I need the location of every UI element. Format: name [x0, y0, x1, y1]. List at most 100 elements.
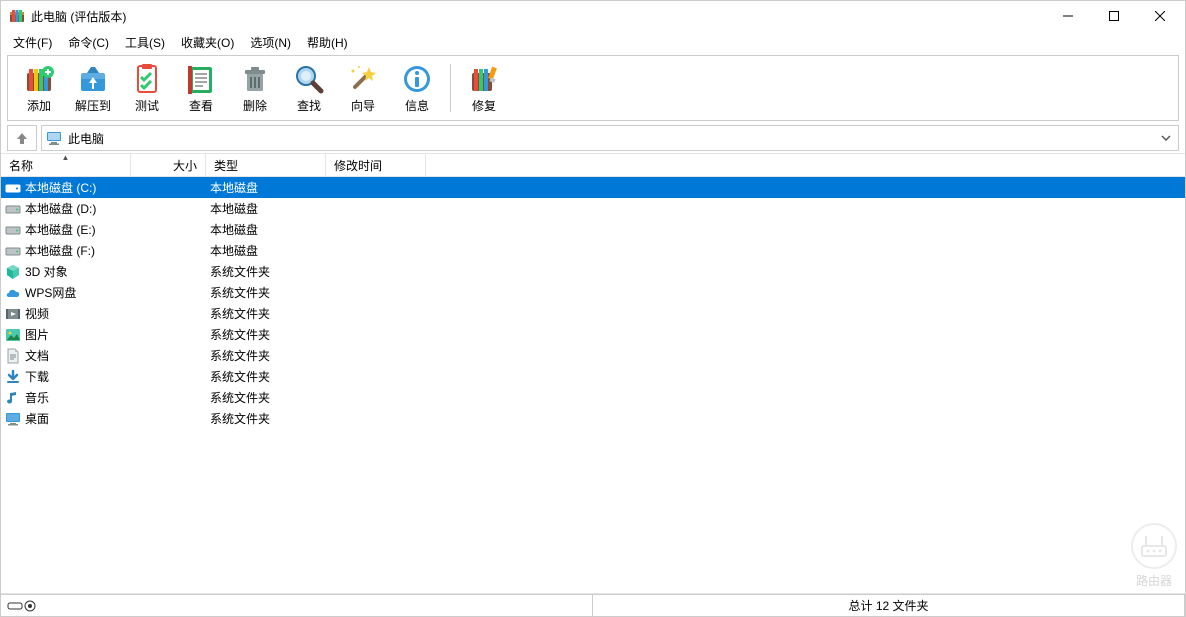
menu-file[interactable]: 文件(F)	[5, 32, 60, 53]
music-icon	[5, 390, 21, 406]
delete-icon	[239, 63, 271, 95]
doc-icon	[5, 348, 21, 364]
address-dropdown-icon[interactable]	[1158, 133, 1174, 143]
find-button[interactable]: 查找	[282, 58, 336, 118]
add-button[interactable]: 添加	[12, 58, 66, 118]
minimize-button[interactable]	[1045, 1, 1091, 31]
sort-indicator-icon: ▲	[62, 153, 70, 162]
add-icon	[23, 63, 55, 95]
row-type: 系统文件夹	[206, 305, 326, 322]
row-type: 本地磁盘	[206, 179, 326, 196]
status-left	[1, 595, 593, 616]
window-title: 此电脑 (评估版本)	[31, 8, 126, 25]
row-type: 系统文件夹	[206, 263, 326, 280]
cloud-icon	[5, 285, 21, 301]
desktop-icon	[5, 411, 21, 427]
col-type[interactable]: 类型	[206, 154, 326, 176]
menu-commands[interactable]: 命令(C)	[60, 32, 117, 53]
test-button[interactable]: 测试	[120, 58, 174, 118]
row-type: 本地磁盘	[206, 242, 326, 259]
drive-icon	[5, 243, 21, 259]
menu-help[interactable]: 帮助(H)	[299, 32, 356, 53]
computer-icon	[46, 130, 62, 146]
drive-icon	[5, 201, 21, 217]
wizard-icon	[347, 63, 379, 95]
row-name: 本地磁盘 (D:)	[25, 200, 96, 217]
row-type: 本地磁盘	[206, 221, 326, 238]
menubar: 文件(F) 命令(C) 工具(S) 收藏夹(O) 选项(N) 帮助(H)	[1, 31, 1185, 53]
maximize-button[interactable]	[1091, 1, 1137, 31]
table-row[interactable]: 音乐 系统文件夹	[1, 387, 1185, 408]
row-type: 系统文件夹	[206, 389, 326, 406]
close-button[interactable]	[1137, 1, 1183, 31]
extract-label: 解压到	[75, 97, 111, 114]
info-button[interactable]: 信息	[390, 58, 444, 118]
find-icon	[293, 63, 325, 95]
window-controls	[1045, 1, 1183, 31]
statusbar: 总计 12 文件夹	[1, 594, 1185, 616]
table-row[interactable]: 本地磁盘 (D:) 本地磁盘	[1, 198, 1185, 219]
status-total: 总计 12 文件夹	[593, 595, 1185, 616]
repair-button[interactable]: 修复	[457, 58, 511, 118]
wizard-button[interactable]: 向导	[336, 58, 390, 118]
status-device-icon	[7, 600, 37, 612]
table-row[interactable]: 3D 对象 系统文件夹	[1, 261, 1185, 282]
file-list[interactable]: 本地磁盘 (C:)本地磁盘本地磁盘 (D:)本地磁盘本地磁盘 (E:)本地磁盘本…	[1, 177, 1185, 594]
toolbar: 添加 解压到 测试 查看 删除 查找 向导 信息 修复	[7, 55, 1179, 121]
table-row[interactable]: 文档 系统文件夹	[1, 345, 1185, 366]
video-icon	[5, 306, 21, 322]
row-name: 音乐	[25, 389, 49, 406]
row-name: 本地磁盘 (F:)	[25, 242, 95, 259]
extract-button[interactable]: 解压到	[66, 58, 120, 118]
table-row[interactable]: 桌面 系统文件夹	[1, 408, 1185, 429]
find-label: 查找	[297, 97, 321, 114]
row-type: 系统文件夹	[206, 347, 326, 364]
row-name: 桌面	[25, 410, 49, 427]
table-row[interactable]: 图片系统文件夹	[1, 324, 1185, 345]
table-row[interactable]: 下载系统文件夹	[1, 366, 1185, 387]
row-name: 文档	[25, 347, 49, 364]
row-type: 本地磁盘	[206, 200, 326, 217]
drive-c-icon	[5, 180, 21, 196]
toolbar-separator	[450, 64, 451, 112]
repair-label: 修复	[472, 97, 496, 114]
view-icon	[185, 63, 217, 95]
row-type: 系统文件夹	[206, 326, 326, 343]
drive-icon	[5, 222, 21, 238]
download-icon	[5, 369, 21, 385]
picture-icon	[5, 327, 21, 343]
table-row[interactable]: WPS网盘 系统文件夹	[1, 282, 1185, 303]
addressbar: 此电脑	[1, 123, 1185, 153]
delete-button[interactable]: 删除	[228, 58, 282, 118]
menu-tools[interactable]: 工具(S)	[117, 32, 173, 53]
add-label: 添加	[27, 97, 51, 114]
menu-options[interactable]: 选项(N)	[242, 32, 299, 53]
table-row[interactable]: 本地磁盘 (C:)本地磁盘	[1, 177, 1185, 198]
table-row[interactable]: 本地磁盘 (F:) 本地磁盘	[1, 240, 1185, 261]
row-name: 下载	[25, 368, 49, 385]
col-modified[interactable]: 修改时间	[326, 154, 426, 176]
up-arrow-icon	[15, 131, 29, 145]
view-label: 查看	[189, 97, 213, 114]
address-path: 此电脑	[68, 130, 1152, 147]
menu-favorites[interactable]: 收藏夹(O)	[173, 32, 242, 53]
info-icon	[401, 63, 433, 95]
wizard-label: 向导	[351, 97, 375, 114]
view-button[interactable]: 查看	[174, 58, 228, 118]
info-label: 信息	[405, 97, 429, 114]
table-row[interactable]: 本地磁盘 (E:)本地磁盘	[1, 219, 1185, 240]
col-size[interactable]: 大小	[131, 154, 206, 176]
delete-label: 删除	[243, 97, 267, 114]
table-row[interactable]: 视频 系统文件夹	[1, 303, 1185, 324]
winrar-icon	[9, 8, 25, 24]
titlebar: 此电脑 (评估版本)	[1, 1, 1185, 31]
col-name[interactable]: 名称 ▲	[1, 154, 131, 176]
test-icon	[131, 63, 163, 95]
up-button[interactable]	[7, 125, 37, 151]
row-name: 3D 对象	[25, 263, 68, 280]
row-type: 系统文件夹	[206, 410, 326, 427]
row-name: WPS网盘	[25, 284, 76, 301]
row-name: 视频	[25, 305, 49, 322]
address-field[interactable]: 此电脑	[41, 125, 1179, 151]
row-type: 系统文件夹	[206, 284, 326, 301]
